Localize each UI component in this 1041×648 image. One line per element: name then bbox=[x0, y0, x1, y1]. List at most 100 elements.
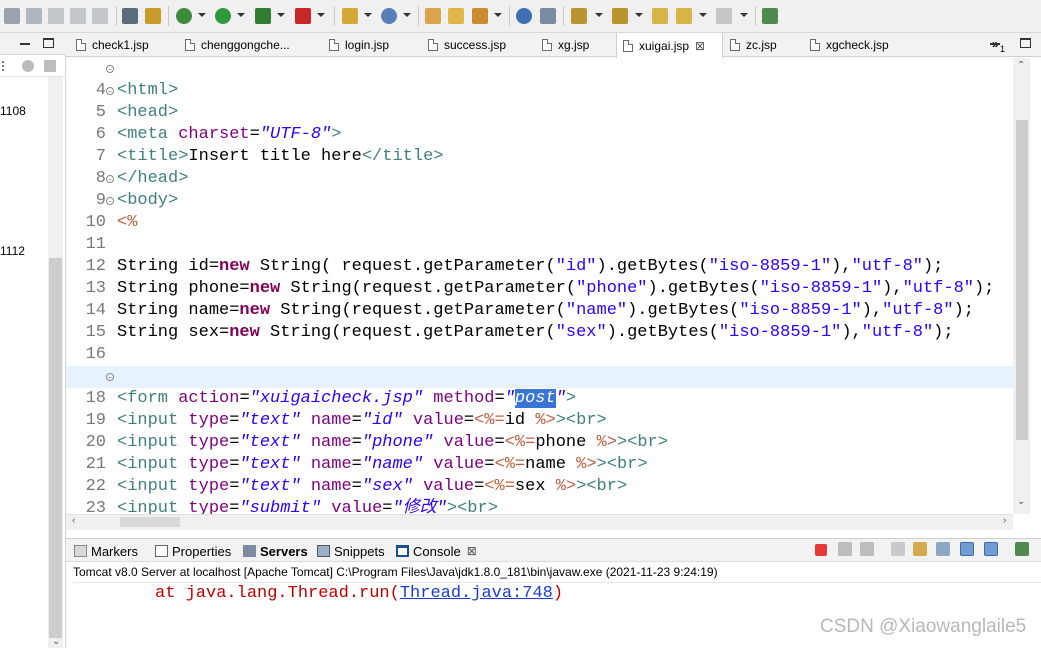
left-view-number: 1108 bbox=[0, 104, 26, 118]
tab-login[interactable]: login.jsp bbox=[323, 33, 389, 57]
coverage-dropdown-icon[interactable] bbox=[317, 13, 325, 17]
console-output[interactable]: at java.lang.Thread.run(Thread.java:748) bbox=[73, 582, 1041, 648]
prev-annotation-dropdown-icon[interactable] bbox=[635, 13, 643, 17]
run-icon[interactable] bbox=[215, 8, 231, 24]
edit-icon[interactable] bbox=[472, 8, 488, 24]
fold-toggle-icon[interactable]: – bbox=[106, 175, 114, 183]
jsp-file-icon bbox=[542, 39, 552, 51]
code-line: 17%> bbox=[66, 344, 1014, 386]
display-console-icon[interactable] bbox=[984, 542, 998, 556]
undo-icon[interactable] bbox=[70, 8, 86, 24]
save-all-icon[interactable] bbox=[26, 8, 42, 24]
edit-dropdown-icon[interactable] bbox=[494, 13, 502, 17]
search-icon[interactable] bbox=[381, 8, 397, 24]
minimize-icon[interactable] bbox=[20, 43, 30, 45]
redo-icon[interactable] bbox=[92, 8, 108, 24]
scroll-down-arrow-icon[interactable]: ⌄ bbox=[1017, 496, 1025, 507]
left-view: 1108 1112 ⌄ bbox=[0, 33, 66, 648]
coverage-icon[interactable] bbox=[295, 8, 311, 24]
tab-xuigai[interactable]: xuigai.jsp ⊠ bbox=[616, 33, 723, 58]
next-annotation-icon[interactable] bbox=[571, 8, 587, 24]
toolbar-separator bbox=[116, 6, 117, 26]
editor-horizontal-scrollbar[interactable] bbox=[66, 514, 1013, 530]
open-resource-icon[interactable] bbox=[448, 8, 464, 24]
remove-launch-icon[interactable] bbox=[838, 542, 852, 556]
run-external-dropdown-icon[interactable] bbox=[277, 13, 285, 17]
maximize-icon[interactable] bbox=[43, 38, 54, 48]
last-edit-icon[interactable] bbox=[652, 8, 668, 24]
code-line: 20 <input type="text" name="phone" value=… bbox=[66, 410, 1014, 452]
link-editor-icon[interactable] bbox=[22, 60, 34, 72]
run-external-icon[interactable] bbox=[255, 8, 271, 24]
code-editor[interactable]: 4– <html> 5– <head> 6 <meta charset="UTF-8"… bbox=[66, 58, 1041, 514]
fold-toggle-icon[interactable]: – bbox=[106, 373, 114, 381]
console-line-text: at java.lang.Thread.run( bbox=[155, 584, 400, 603]
console-stack-link[interactable]: Thread.java:748 bbox=[400, 584, 553, 603]
left-view-header bbox=[0, 33, 66, 55]
code-line: 19 <input type="text" name="id" value=<%=… bbox=[66, 388, 1014, 430]
editor-horizontal-scroll-thumb[interactable] bbox=[120, 517, 180, 527]
forward-dropdown-icon[interactable] bbox=[740, 13, 748, 17]
scroll-down-arrow-icon[interactable]: ⌄ bbox=[52, 636, 60, 647]
tab-zc[interactable]: zc.jsp bbox=[724, 33, 777, 57]
fold-toggle-icon[interactable]: – bbox=[106, 87, 114, 95]
tab-xg[interactable]: xg.jsp bbox=[536, 33, 589, 57]
left-view-toolbar bbox=[0, 55, 66, 77]
next-annotation-dropdown-icon[interactable] bbox=[595, 13, 603, 17]
pin-icon[interactable] bbox=[762, 8, 778, 24]
clear-console-icon[interactable] bbox=[891, 542, 905, 556]
editor-maximize-icon[interactable] bbox=[1020, 38, 1031, 48]
new-icon[interactable] bbox=[342, 8, 358, 24]
tab-snippets[interactable]: Snippets bbox=[317, 539, 385, 563]
tab-chenggongcheck[interactable]: chenggongche... bbox=[179, 33, 290, 57]
pin-console-icon[interactable] bbox=[960, 542, 974, 556]
debug-dropdown-icon[interactable] bbox=[198, 13, 206, 17]
scroll-left-arrow-icon[interactable]: ‹ bbox=[72, 515, 75, 526]
back-dropdown-icon[interactable] bbox=[699, 13, 707, 17]
back-icon[interactable] bbox=[676, 8, 692, 24]
forward-icon[interactable] bbox=[716, 8, 732, 24]
word-wrap-icon[interactable] bbox=[936, 542, 950, 556]
tab-label: Properties bbox=[172, 543, 232, 559]
tab-label: success.jsp bbox=[444, 38, 507, 52]
run-dropdown-icon[interactable] bbox=[237, 13, 245, 17]
tab-markers[interactable]: Markers bbox=[74, 539, 138, 563]
close-tab-icon[interactable]: ⊠ bbox=[695, 39, 705, 53]
prev-annotation-icon[interactable] bbox=[612, 8, 628, 24]
tool-icon[interactable] bbox=[540, 8, 556, 24]
debug-icon[interactable] bbox=[176, 8, 192, 24]
code-line: 11 bbox=[66, 212, 1014, 254]
toolbar-separator bbox=[755, 6, 756, 26]
filter-icon[interactable] bbox=[44, 60, 56, 72]
close-tab-icon[interactable]: ⊠ bbox=[467, 544, 477, 558]
tab-servers[interactable]: Servers bbox=[243, 539, 308, 563]
remove-all-icon[interactable] bbox=[860, 542, 874, 556]
scroll-lock-icon[interactable] bbox=[913, 542, 927, 556]
eclipse-window: 1108 1112 ⌄ check1.jsp chenggongche... l… bbox=[0, 0, 1041, 648]
view-menu-icon[interactable] bbox=[2, 61, 5, 71]
code-line: 24</form> bbox=[66, 498, 1014, 514]
console-icon[interactable] bbox=[122, 8, 138, 24]
scroll-up-arrow-icon[interactable]: ⌃ bbox=[1017, 60, 1025, 71]
open-console-icon[interactable] bbox=[1015, 542, 1029, 556]
code-line: 12 String id=new String( request.getParam… bbox=[66, 234, 1014, 276]
terminate-icon[interactable] bbox=[815, 544, 827, 556]
task-icon[interactable] bbox=[145, 8, 161, 24]
search-dropdown-icon[interactable] bbox=[403, 13, 411, 17]
tab-xgcheck[interactable]: xgcheck.jsp bbox=[804, 33, 889, 57]
new-dropdown-icon[interactable] bbox=[364, 13, 372, 17]
tab-console[interactable]: Console ⊠ bbox=[396, 539, 477, 563]
tab-properties[interactable]: Properties bbox=[155, 539, 231, 563]
save-icon[interactable] bbox=[4, 8, 20, 24]
open-type-icon[interactable] bbox=[425, 8, 441, 24]
editor-minimize-icon[interactable] bbox=[990, 43, 1000, 45]
tab-success[interactable]: success.jsp bbox=[422, 33, 506, 57]
editor-vertical-scroll-thumb[interactable] bbox=[1016, 120, 1028, 440]
left-view-scroll-thumb[interactable] bbox=[49, 258, 62, 638]
print-icon[interactable] bbox=[48, 8, 64, 24]
web-icon[interactable] bbox=[516, 8, 532, 24]
tab-check1[interactable]: check1.jsp bbox=[70, 33, 149, 57]
scroll-right-arrow-icon[interactable]: › bbox=[1003, 515, 1006, 526]
fold-toggle-icon[interactable]: – bbox=[106, 65, 114, 73]
fold-toggle-icon[interactable]: – bbox=[106, 197, 114, 205]
